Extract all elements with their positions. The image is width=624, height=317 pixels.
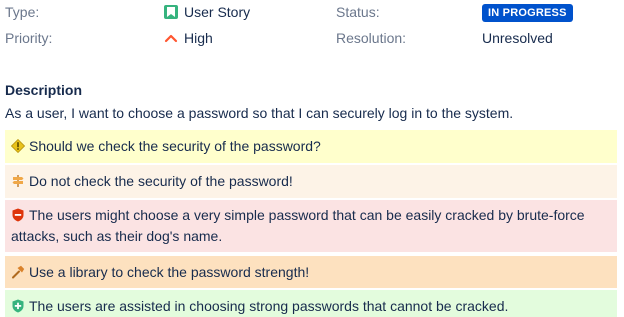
- type-label: Type:: [5, 4, 40, 20]
- description-title: Description: [5, 82, 83, 98]
- panel-con-text: The users might choose a very simple pas…: [11, 207, 585, 244]
- resolution-value: Unresolved: [482, 30, 553, 46]
- signpost-icon: [11, 173, 25, 187]
- panel-idea: Use a library to check the password stre…: [5, 256, 617, 288]
- panel-idea-text: Use a library to check the password stre…: [29, 264, 310, 280]
- priority-high-icon: [164, 31, 178, 45]
- question-icon: [10, 138, 26, 154]
- type-value[interactable]: User Story: [164, 4, 250, 20]
- details-row-type-status: Type: User Story Status: IN PROGRESS: [5, 0, 620, 27]
- priority-label: Priority:: [5, 30, 53, 46]
- shield-plus-icon: [11, 298, 25, 313]
- panel-con: The users might choose a very simple pas…: [5, 200, 617, 252]
- panel-question-text: Should we check the security of the pass…: [29, 138, 321, 154]
- shield-minus-icon: [11, 207, 25, 222]
- issue-details: Type: User Story Status: IN PROGRESS Pri…: [5, 0, 620, 54]
- details-row-priority-resolution: Priority: High Resolution: Unresolved: [5, 27, 620, 54]
- type-value-text: User Story: [184, 4, 251, 20]
- priority-value[interactable]: High: [164, 30, 213, 46]
- panel-pro-text: Do not check the security of the passwor…: [29, 173, 293, 189]
- hammer-icon: [11, 264, 25, 279]
- description-text: As a user, I want to choose a password s…: [5, 105, 514, 121]
- panel-pro: Do not check the security of the passwor…: [5, 165, 617, 198]
- panel-good: The users are assisted in choosing stron…: [5, 290, 617, 317]
- story-icon: [164, 5, 178, 19]
- panel-question: Should we check the security of the pass…: [5, 130, 617, 163]
- priority-value-text: High: [184, 30, 213, 46]
- status-badge[interactable]: IN PROGRESS: [482, 4, 573, 22]
- status-label: Status:: [336, 4, 380, 20]
- status-value[interactable]: IN PROGRESS: [482, 4, 573, 22]
- panel-good-text: The users are assisted in choosing stron…: [29, 298, 509, 314]
- resolution-label: Resolution:: [336, 30, 407, 46]
